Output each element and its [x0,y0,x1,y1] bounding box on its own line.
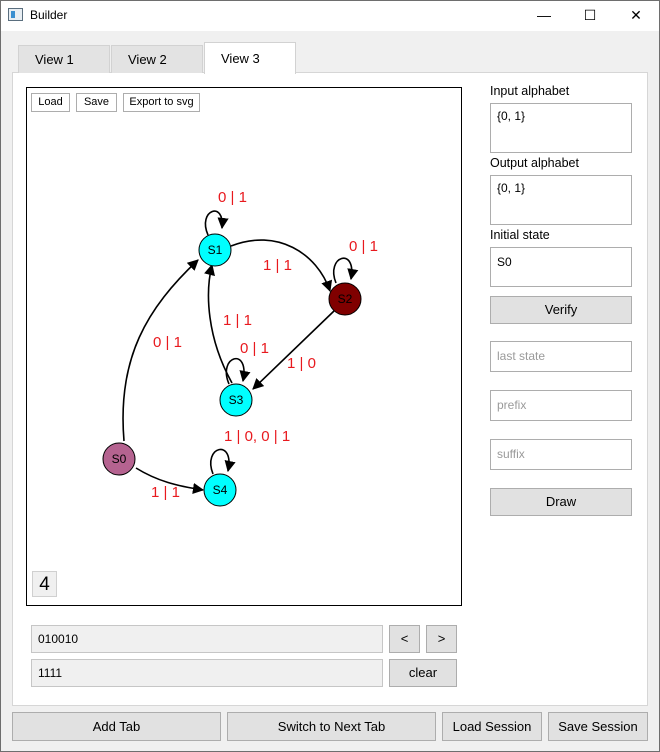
last-state-field[interactable]: last state [490,341,632,372]
transition-label: 1 | 1 [263,257,292,274]
transition-label: 0 | 1 [349,238,378,255]
transition-label: 0 | 1 [240,340,269,357]
initial-state-field[interactable]: S0 [490,247,632,287]
transition-label: 1 | 1 [223,312,252,329]
maximize-button[interactable]: ☐ [567,1,613,30]
transition-label: 1 | 0, 0 | 1 [224,428,290,445]
clear-button[interactable]: clear [389,659,457,687]
edge-s3-s3 [225,357,251,385]
minimize-button[interactable]: — [521,1,567,30]
edge-s1-s1 [204,210,229,236]
next-step-button[interactable]: > [426,625,457,653]
app-icon [8,8,23,21]
output-alphabet-field[interactable]: {0, 1} [490,175,632,225]
transition-label: 0 | 1 [153,334,182,351]
verify-button[interactable]: Verify [490,296,632,324]
window-title: Builder [30,8,68,22]
transition-label: 1 | 0 [287,355,316,372]
tab-view-3[interactable]: View 3 [204,42,296,74]
step-counter: 4 [32,571,57,597]
previous-step-button[interactable]: < [389,625,420,653]
output-alphabet-label: Output alphabet [490,156,579,170]
initial-state-label: Initial state [490,228,550,242]
edge-s4-s4 [210,448,236,475]
add-tab-button[interactable]: Add Tab [12,712,221,741]
output-sequence-field[interactable]: 1111 [31,659,383,687]
transition-label: 1 | 1 [151,484,180,501]
state-label: S0 [112,452,127,466]
prefix-field[interactable]: prefix [490,390,632,421]
transition-label: 0 | 1 [218,189,247,206]
save-session-button[interactable]: Save Session [548,712,648,741]
input-alphabet-label: Input alphabet [490,84,570,98]
state-label: S2 [338,292,353,306]
input-alphabet-field[interactable]: {0, 1} [490,103,632,153]
state-label: S1 [208,243,223,257]
suffix-field[interactable]: suffix [490,439,632,470]
close-button[interactable]: ✕ [613,1,659,30]
state-label: S3 [229,393,244,407]
state-graph[interactable]: 0 | 1 1 | 1 0 | 1 1 | 0 1 | 1 0 | 1 0 | … [27,88,461,605]
tab-view-1[interactable]: View 1 [18,45,110,73]
export-svg-button[interactable]: Export to svg [123,93,200,112]
state-label: S4 [213,483,228,497]
load-session-button[interactable]: Load Session [442,712,542,741]
save-graph-button[interactable]: Save [76,93,117,112]
draw-button[interactable]: Draw [490,488,632,516]
load-graph-button[interactable]: Load [31,93,70,112]
edge-s2-s2 [333,257,359,284]
tab-view-2[interactable]: View 2 [111,45,203,73]
input-sequence-field[interactable]: 010010 [31,625,383,653]
switch-tab-button[interactable]: Switch to Next Tab [227,712,436,741]
